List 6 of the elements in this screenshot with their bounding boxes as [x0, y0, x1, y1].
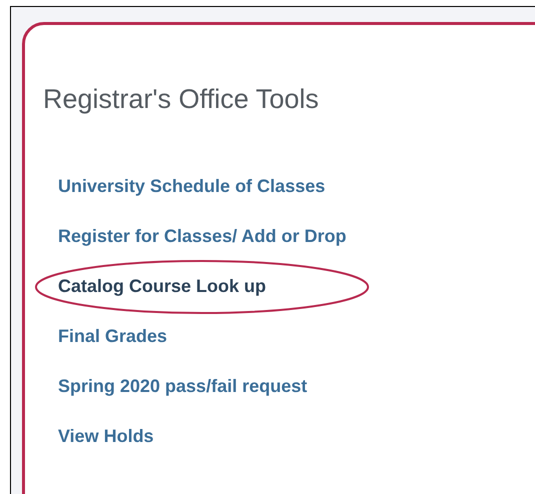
tool-link[interactable]: View Holds — [58, 422, 154, 450]
panel-title: Registrar's Office Tools — [43, 83, 319, 115]
tool-link[interactable]: Spring 2020 pass/fail request — [58, 372, 308, 400]
tool-link[interactable]: Register for Classes/ Add or Drop — [58, 222, 346, 250]
tool-link[interactable]: University Schedule of Classes — [58, 172, 326, 200]
tool-link[interactable]: Final Grades — [58, 322, 168, 350]
